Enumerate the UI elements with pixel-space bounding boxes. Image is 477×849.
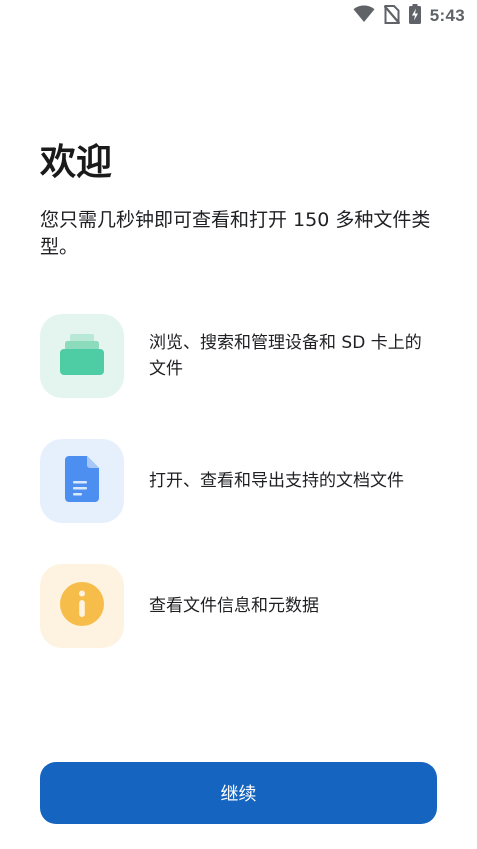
- welcome-screen: 5:43 欢迎 您只需几秒钟即可查看和打开 150 多种文件类型。 浏览、搜索和…: [0, 0, 477, 849]
- feature-text: 打开、查看和导出支持的文档文件: [149, 471, 404, 491]
- feature-tile: [40, 439, 124, 523]
- status-bar: 5:43: [0, 0, 477, 32]
- no-sim-icon: [383, 4, 401, 28]
- feature-text: 查看文件信息和元数据: [149, 596, 319, 616]
- folder-stack-icon: [59, 331, 105, 381]
- page-title: 欢迎: [40, 142, 113, 183]
- wifi-icon: [353, 5, 375, 27]
- feature-file-info: 查看文件信息和元数据: [40, 564, 440, 648]
- feature-text: 浏览、搜索和管理设备和 SD 卡上的文件: [149, 333, 422, 379]
- document-icon: [65, 456, 99, 506]
- page-subtitle: 您只需几秒钟即可查看和打开 150 多种文件类型。: [40, 209, 431, 258]
- feature-tile: [40, 314, 124, 398]
- status-time: 5:43: [429, 6, 465, 25]
- feature-browse-files: 浏览、搜索和管理设备和 SD 卡上的文件: [40, 314, 440, 398]
- feature-open-documents: 打开、查看和导出支持的文档文件: [40, 439, 440, 523]
- info-icon: [59, 581, 105, 631]
- battery-charging-icon: [408, 4, 421, 28]
- feature-tile: [40, 564, 124, 648]
- status-icons: 5:43: [353, 4, 465, 28]
- continue-button[interactable]: 继续: [40, 762, 437, 824]
